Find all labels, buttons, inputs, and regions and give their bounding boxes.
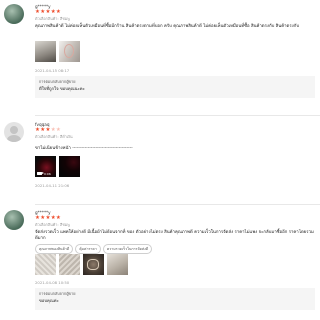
star-icon: ★★★★★ <box>35 215 62 221</box>
review-text: คุณภาพสินค้าดี ไม่ค่อยเห็นตัวเหมือนที่ซื… <box>35 24 300 29</box>
star-rating: ★★★★★ <box>35 215 61 221</box>
seller-response-title: การตอบกลับจากผู้ขาย <box>39 291 76 296</box>
variation-label: ตัวเลือกสินค้า: สีชมพู <box>35 16 70 21</box>
review-item: g*****y ★★★★★ ตัวเลือกสินค้า: สีชมพู คุณ… <box>0 0 320 118</box>
divider <box>35 204 320 205</box>
review-tags: คุณภาพของสินค้าดี คุ้มค่าราคา ความรวดเร็… <box>35 244 153 254</box>
star-icon: ★★★★★ <box>35 9 62 15</box>
review-photo[interactable] <box>59 41 80 62</box>
review-photo[interactable] <box>35 254 56 275</box>
review-text: จัดส่งรวดเร็ว แพคให้อย่างดี มีเนื้อผ้าไม… <box>35 230 314 241</box>
star-rating: ★★★★★ <box>35 127 61 133</box>
review-photo[interactable] <box>35 41 56 62</box>
review-photo[interactable] <box>107 254 128 275</box>
review-timestamp: 2021-04-15 08:17 <box>35 68 70 73</box>
review-tag: คุณภาพของสินค้าดี <box>35 244 74 254</box>
avatar[interactable] <box>4 122 24 142</box>
review-timestamp: 2021-04-08 10:50 <box>35 280 70 285</box>
seller-response: การตอบกลับจากผู้ขาย ขอบคุณค่ะ <box>35 288 315 310</box>
variation-label: ตัวเลือกสินค้า: สีดำเงิน <box>35 134 73 139</box>
review-timestamp: 2021-04-11 21:06 <box>35 183 70 188</box>
star-icon: ★★★ <box>35 127 51 133</box>
seller-response-text: ดีใจที่ถูกใจ ขอบคุณนะคะ <box>39 86 85 91</box>
avatar[interactable] <box>4 210 24 230</box>
star-empty-icon: ★★ <box>50 127 62 133</box>
seller-response-title: การตอบกลับจากผู้ขาย <box>39 79 76 84</box>
review-text: ขาไม่เนียนข้างหนัา ---------------------… <box>35 146 133 151</box>
review-photo[interactable] <box>59 254 80 275</box>
video-duration: 0:06 <box>44 171 51 176</box>
star-rating: ★★★★★ <box>35 9 61 15</box>
review-tag: ความรวดเร็วในการจัดส่งดี <box>102 244 153 254</box>
review-photo[interactable] <box>83 254 104 275</box>
review-video[interactable]: 0:06 <box>35 156 56 177</box>
avatar[interactable] <box>4 4 24 24</box>
seller-response-text: ขอบคุณค่ะ <box>39 298 59 303</box>
user-icon <box>10 126 18 134</box>
review-photo[interactable] <box>59 156 80 177</box>
review-tag: คุ้มค่าราคา <box>75 244 101 254</box>
divider <box>35 115 320 116</box>
video-camera-icon <box>37 171 44 175</box>
review-item: fvqqaq ★★★★★ ตัวเลือกสินค้า: สีดำเงิน ขา… <box>0 118 320 206</box>
variation-label: ตัวเลือกสินค้า: สีชมพู <box>35 222 70 227</box>
seller-response: การตอบกลับจากผู้ขาย ดีใจที่ถูกใจ ขอบคุณน… <box>35 76 315 98</box>
review-item: g*****y ★★★★★ ตัวเลือกสินค้า: สีชมพู จัด… <box>0 206 320 320</box>
